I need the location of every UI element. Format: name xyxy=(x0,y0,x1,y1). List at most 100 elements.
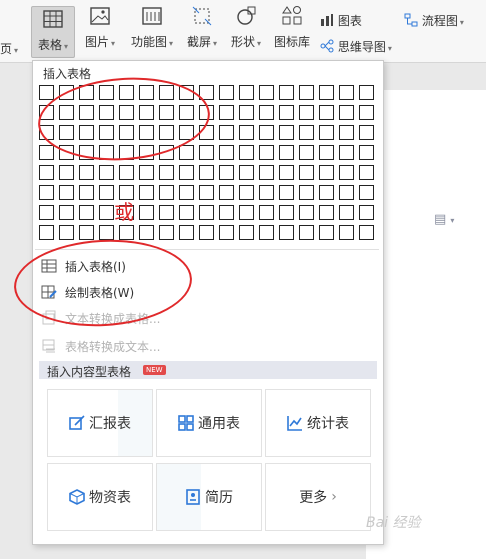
grid-cell[interactable] xyxy=(279,145,294,160)
grid-cell[interactable] xyxy=(299,185,314,200)
grid-cell[interactable] xyxy=(59,205,74,220)
grid-cell[interactable] xyxy=(339,105,354,120)
grid-cell[interactable] xyxy=(159,165,174,180)
grid-cell[interactable] xyxy=(159,205,174,220)
grid-cell[interactable] xyxy=(219,185,234,200)
grid-cell[interactable] xyxy=(339,85,354,100)
grid-cell[interactable] xyxy=(359,225,374,240)
resume-card[interactable]: 简历 xyxy=(156,463,262,531)
grid-cell[interactable] xyxy=(59,165,74,180)
grid-cell[interactable] xyxy=(299,85,314,100)
grid-cell[interactable] xyxy=(99,185,114,200)
grid-cell[interactable] xyxy=(279,205,294,220)
document-page[interactable] xyxy=(366,90,486,559)
grid-cell[interactable] xyxy=(239,205,254,220)
grid-cell[interactable] xyxy=(99,225,114,240)
table-button[interactable]: 表格 ▾ xyxy=(31,6,75,58)
grid-cell[interactable] xyxy=(259,145,274,160)
grid-cell[interactable] xyxy=(179,165,194,180)
grid-cell[interactable] xyxy=(239,125,254,140)
grid-cell[interactable] xyxy=(319,185,334,200)
grid-cell[interactable] xyxy=(359,125,374,140)
grid-cell[interactable] xyxy=(199,185,214,200)
grid-cell[interactable] xyxy=(359,205,374,220)
grid-cell[interactable] xyxy=(219,225,234,240)
grid-cell[interactable] xyxy=(79,185,94,200)
grid-cell[interactable] xyxy=(259,105,274,120)
grid-cell[interactable] xyxy=(359,145,374,160)
grid-cell[interactable] xyxy=(99,165,114,180)
grid-cell[interactable] xyxy=(59,225,74,240)
grid-cell[interactable] xyxy=(199,225,214,240)
grid-cell[interactable] xyxy=(279,165,294,180)
grid-cell[interactable] xyxy=(279,185,294,200)
grid-cell[interactable] xyxy=(219,125,234,140)
grid-cell[interactable] xyxy=(319,165,334,180)
grid-cell[interactable] xyxy=(39,85,54,100)
grid-cell[interactable] xyxy=(279,85,294,100)
icon-library-button[interactable]: 图标库 xyxy=(270,4,314,50)
grid-cell[interactable] xyxy=(259,185,274,200)
grid-cell[interactable] xyxy=(259,165,274,180)
grid-cell[interactable] xyxy=(279,225,294,240)
grid-cell[interactable] xyxy=(259,85,274,100)
grid-cell[interactable] xyxy=(179,225,194,240)
picture-button[interactable]: 图片 ▾ xyxy=(80,4,120,50)
grid-cell[interactable] xyxy=(299,125,314,140)
grid-cell[interactable] xyxy=(239,165,254,180)
grid-cell[interactable] xyxy=(319,105,334,120)
function-chart-button[interactable]: 功能图 ▾ xyxy=(124,4,180,50)
grid-cell[interactable] xyxy=(319,205,334,220)
grid-cell[interactable] xyxy=(119,165,134,180)
grid-cell[interactable] xyxy=(179,205,194,220)
grid-cell[interactable] xyxy=(339,165,354,180)
grid-cell[interactable] xyxy=(359,185,374,200)
supplies-table-card[interactable]: 物资表 xyxy=(47,463,153,531)
grid-cell[interactable] xyxy=(219,85,234,100)
grid-cell[interactable] xyxy=(79,225,94,240)
grid-cell[interactable] xyxy=(79,205,94,220)
grid-cell[interactable] xyxy=(339,145,354,160)
grid-cell[interactable] xyxy=(219,145,234,160)
grid-cell[interactable] xyxy=(39,145,54,160)
grid-cell[interactable] xyxy=(39,205,54,220)
grid-cell[interactable] xyxy=(339,125,354,140)
grid-cell[interactable] xyxy=(319,145,334,160)
grid-cell[interactable] xyxy=(299,145,314,160)
grid-cell[interactable] xyxy=(319,225,334,240)
shape-button[interactable]: 形状 ▾ xyxy=(226,4,266,50)
flowchart-button[interactable]: 流程图 ▾ xyxy=(404,12,464,30)
grid-cell[interactable] xyxy=(199,165,214,180)
grid-cell[interactable] xyxy=(259,205,274,220)
grid-cell[interactable] xyxy=(139,185,154,200)
grid-cell[interactable] xyxy=(139,165,154,180)
grid-cell[interactable] xyxy=(359,105,374,120)
grid-cell[interactable] xyxy=(219,105,234,120)
grid-cell[interactable] xyxy=(239,185,254,200)
grid-cell[interactable] xyxy=(139,205,154,220)
grid-cell[interactable] xyxy=(139,225,154,240)
screenshot-button[interactable]: 截屏 ▾ xyxy=(182,4,222,50)
grid-cell[interactable] xyxy=(199,145,214,160)
grid-cell[interactable] xyxy=(299,105,314,120)
grid-cell[interactable] xyxy=(119,225,134,240)
grid-cell[interactable] xyxy=(239,85,254,100)
grid-cell[interactable] xyxy=(239,105,254,120)
document-icon[interactable]: ▤ ▾ xyxy=(434,212,454,227)
grid-cell[interactable] xyxy=(159,185,174,200)
grid-cell[interactable] xyxy=(339,225,354,240)
grid-cell[interactable] xyxy=(359,165,374,180)
grid-cell[interactable] xyxy=(299,205,314,220)
grid-cell[interactable] xyxy=(319,125,334,140)
grid-cell[interactable] xyxy=(239,225,254,240)
grid-cell[interactable] xyxy=(299,165,314,180)
grid-cell[interactable] xyxy=(39,225,54,240)
mind-map-button[interactable]: 思维导图 ▾ xyxy=(320,38,392,56)
grid-cell[interactable] xyxy=(179,185,194,200)
more-card[interactable]: 更多 › xyxy=(265,463,371,531)
report-table-card[interactable]: 汇报表 xyxy=(47,389,153,457)
grid-cell[interactable] xyxy=(359,85,374,100)
grid-cell[interactable] xyxy=(279,125,294,140)
grid-cell[interactable] xyxy=(159,225,174,240)
ribbon-left-partial[interactable]: 页 ▾ xyxy=(0,40,18,57)
